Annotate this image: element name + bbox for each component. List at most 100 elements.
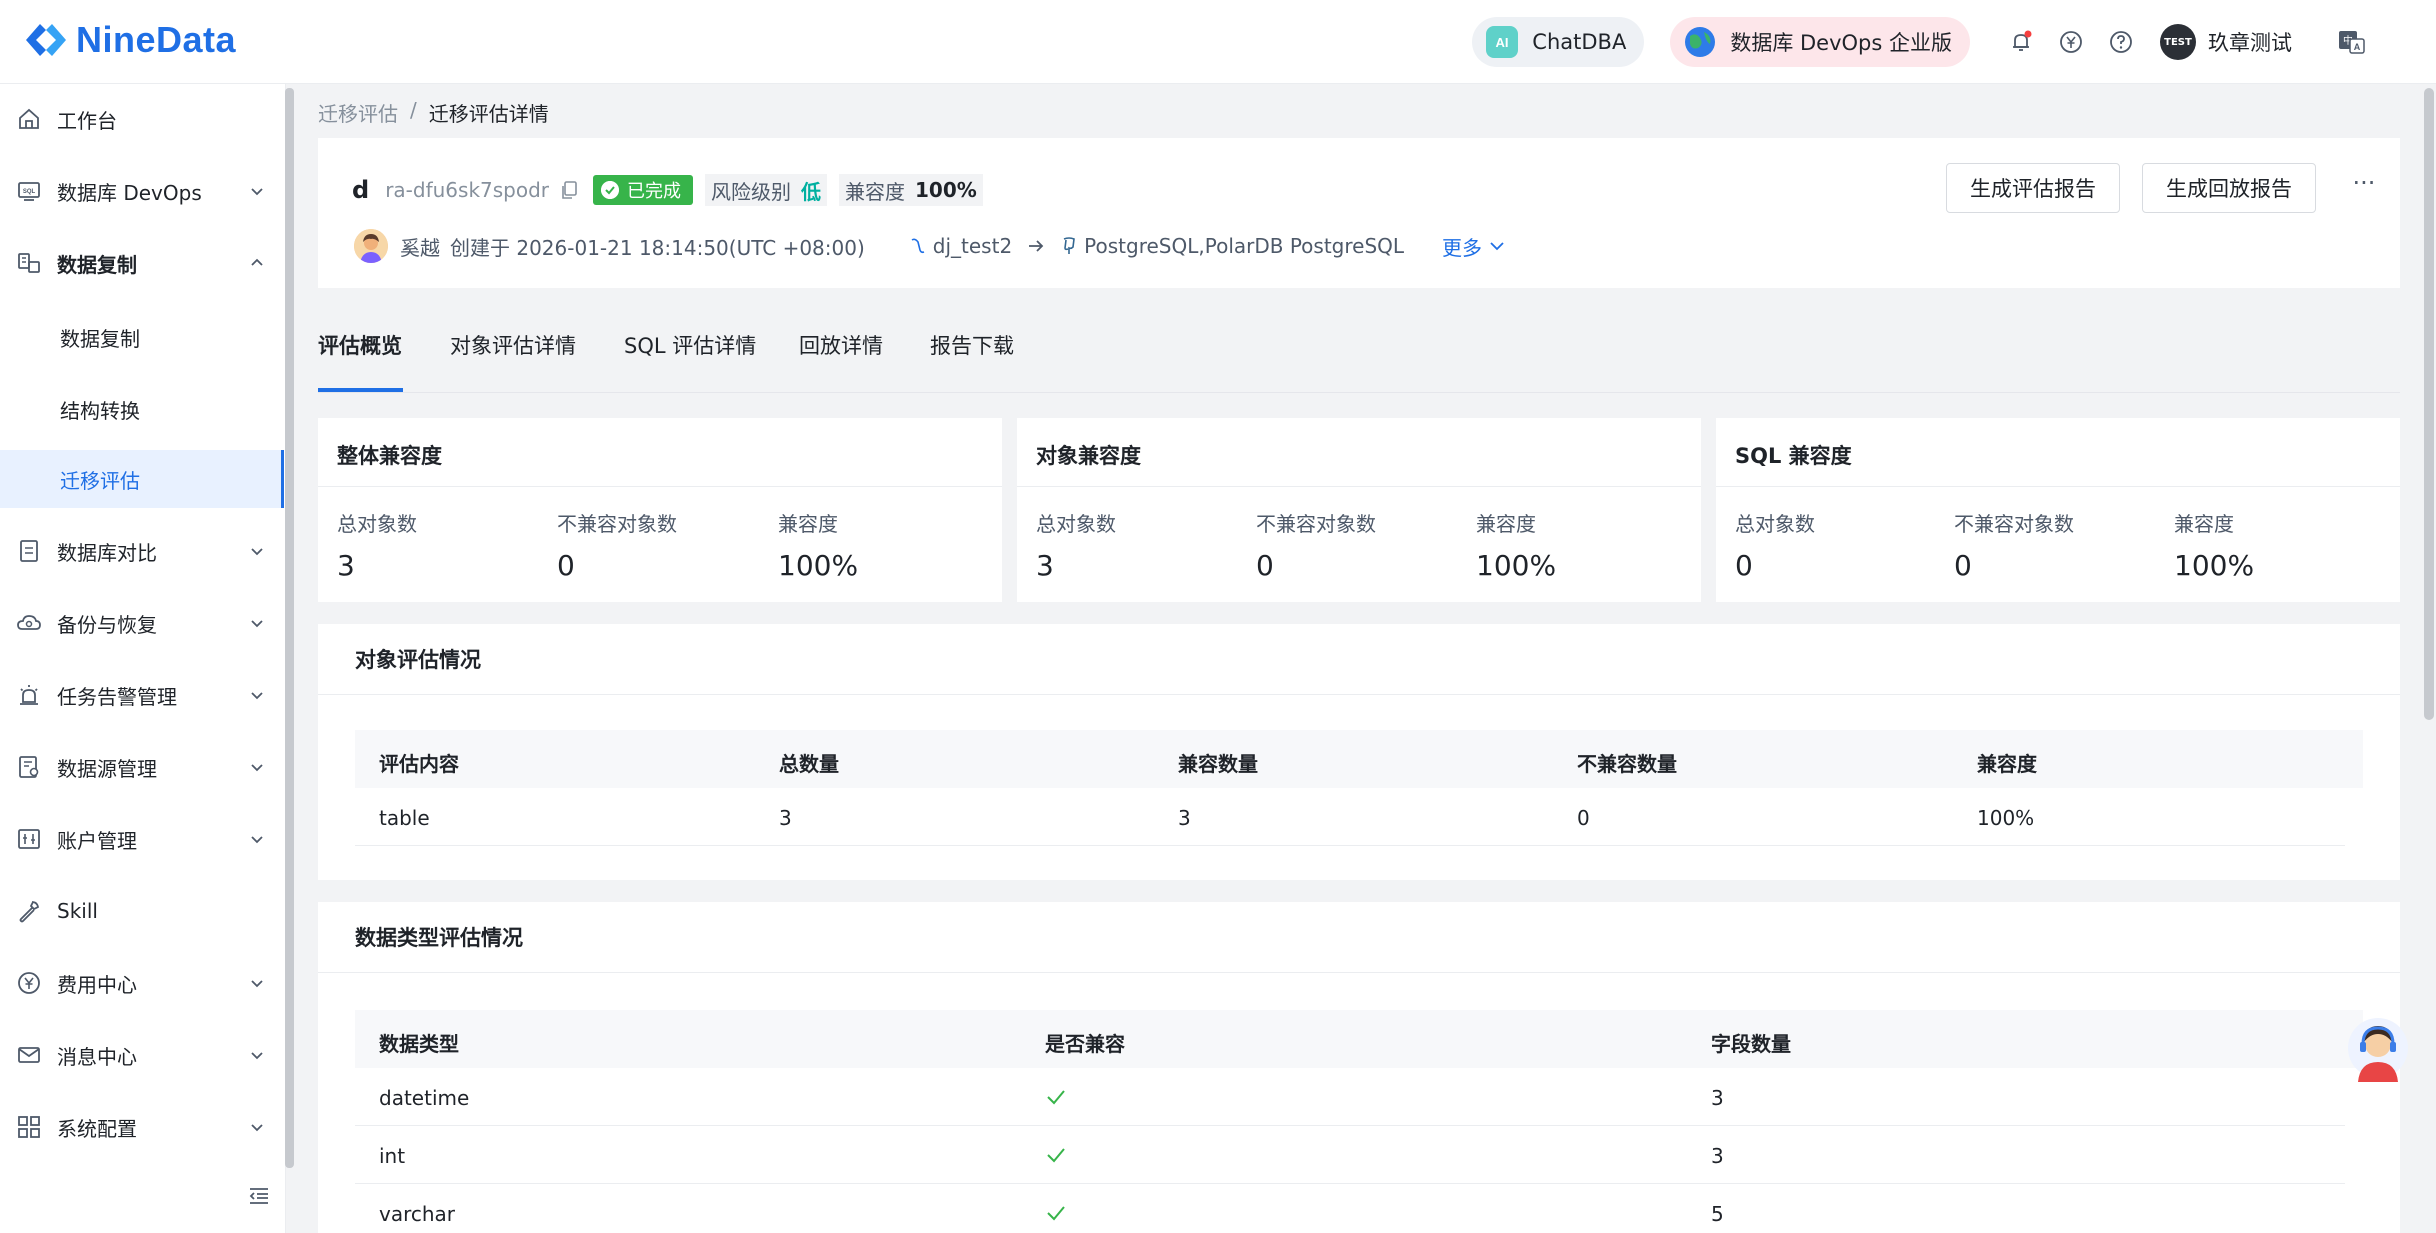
logo[interactable]: NineData (22, 16, 236, 64)
status-text: 已完成 (627, 181, 682, 202)
card-title: 整体兼容度 (337, 444, 442, 468)
sidebar-item-datasource[interactable]: 数据源管理 (0, 738, 284, 796)
stat-value: 0 (1954, 549, 1972, 582)
card-title: SQL 兼容度 (1735, 444, 1852, 468)
sidebar-item-alarm[interactable]: 任务告警管理 (0, 666, 284, 724)
section-title: 对象评估情况 (355, 648, 481, 672)
stat-value: 100% (1476, 549, 1557, 582)
stat-value: 3 (337, 549, 355, 582)
table-row: table 3 3 0 100% (355, 788, 2345, 846)
more-toggle[interactable]: 更多 (1442, 232, 1506, 261)
yen-icon[interactable] (2058, 29, 2084, 55)
tab-report-download[interactable]: 报告下载 (930, 330, 1014, 360)
creator-name: 奚越 (400, 235, 440, 260)
column-header: 评估内容 (379, 752, 459, 776)
table-cell: table (379, 806, 430, 830)
column-header: 总数量 (779, 752, 839, 776)
sidebar-subitem-label: 结构转换 (60, 398, 140, 423)
more-label: 更多 (1442, 235, 1483, 260)
mail-icon (18, 1047, 40, 1063)
card-title: 对象兼容度 (1036, 444, 1141, 468)
generate-report-button[interactable]: 生成评估报告 (1946, 163, 2120, 213)
avatar: TEST (2160, 24, 2196, 60)
task-meta: 奚越 创建于 2026-01-21 18:14:50(UTC +08:00) d… (354, 228, 1506, 264)
sidebar-scrollbar[interactable] (285, 88, 294, 1168)
sidebar-item-label: Skill (57, 899, 98, 923)
collapse-sidebar-icon[interactable] (247, 1184, 271, 1208)
stat-label: 不兼容对象数 (1954, 512, 2074, 536)
sidebar-item-billing[interactable]: 费用中心 (0, 954, 284, 1012)
grid-icon (18, 1116, 40, 1138)
globe-icon (1685, 27, 1716, 57)
chatdba-button[interactable]: AI ChatDBA (1472, 17, 1645, 67)
devops-edition-label: 数据库 DevOps 企业版 (1730, 31, 1952, 55)
tabs-divider (318, 392, 2400, 393)
chevron-down-icon (1490, 242, 1504, 251)
sidebar-item-skill[interactable]: Skill (0, 882, 284, 940)
sidebar-item-messages[interactable]: 消息中心 (0, 1026, 284, 1084)
breadcrumb: 迁移评估 / 迁移评估详情 (318, 98, 549, 127)
tab-sql-details[interactable]: SQL 评估详情 (624, 330, 756, 360)
source-datasource[interactable]: dj_test2 (933, 234, 1012, 258)
section-title: 数据类型评估情况 (355, 926, 523, 950)
breadcrumb-separator: / (410, 98, 417, 122)
sidebar-item-label: 任务告警管理 (57, 684, 177, 709)
user-menu[interactable]: TEST 玖章测试 (2160, 24, 2292, 60)
more-actions-icon[interactable]: ··· (2346, 168, 2382, 198)
table-cell: datetime (379, 1086, 470, 1110)
devops-edition-button[interactable]: 数据库 DevOps 企业版 (1670, 17, 1970, 67)
chevron-down-icon (251, 548, 263, 556)
copy-icon[interactable] (559, 180, 579, 200)
sidebar-item-account[interactable]: 账户管理 (0, 810, 284, 868)
sidebar-subitem-schema-convert[interactable]: 结构转换 (0, 380, 284, 438)
table-cell: 3 (1711, 1086, 1724, 1110)
task-header-card: d ra-dfu6sk7spodr 已完成 风险级别 低 兼容度 100% 奚越… (318, 138, 2400, 288)
sidebar-item-devops[interactable]: SQL 数据库 DevOps (0, 162, 284, 220)
risk-value: 低 (801, 179, 822, 204)
page-scrollbar[interactable] (2424, 88, 2434, 720)
language-switch-icon[interactable]: 中 A (2336, 27, 2366, 57)
sidebar-subitem-migration-assessment[interactable]: 迁移评估 (0, 450, 284, 508)
target-datasource[interactable]: PostgreSQL,PolarDB PostgreSQL (1084, 234, 1404, 258)
sidebar-item-replication[interactable]: 数据复制 (0, 234, 284, 292)
chevron-down-icon (251, 764, 263, 772)
sidebar: 工作台 SQL 数据库 DevOps 数据复制 数据复制 结构转换 迁移评估 数… (0, 84, 286, 1233)
chevron-down-icon (251, 692, 263, 700)
alarm-icon (20, 685, 38, 705)
tab-overview[interactable]: 评估概览 (318, 330, 402, 360)
stat-value: 100% (2174, 549, 2255, 582)
sidebar-item-workbench[interactable]: 工作台 (0, 90, 284, 148)
sidebar-item-backup[interactable]: 备份与恢复 (0, 594, 284, 652)
task-name: d (352, 176, 370, 204)
risk-level-tag: 风险级别 低 (705, 174, 828, 206)
status-badge: 已完成 (593, 175, 694, 205)
table-cell: 5 (1711, 1202, 1724, 1226)
chevron-down-icon (251, 620, 263, 628)
wrench-icon (19, 901, 40, 923)
customer-support-icon[interactable] (2346, 1012, 2410, 1084)
sidebar-item-system[interactable]: 系统配置 (0, 1098, 284, 1156)
chevron-down-icon (251, 1052, 263, 1060)
tab-replay-details[interactable]: 回放详情 (799, 330, 883, 360)
sidebar-item-compare[interactable]: 数据库对比 (0, 522, 284, 580)
ai-icon: AI (1486, 26, 1519, 58)
table-row: varchar 5 (355, 1184, 2345, 1233)
chevron-down-icon (251, 980, 263, 988)
generate-replay-report-button[interactable]: 生成回放报告 (2142, 163, 2316, 213)
column-header: 是否兼容 (1045, 1032, 1125, 1056)
sidebar-item-label: 备份与恢复 (57, 612, 157, 637)
task-id: ra-dfu6sk7spodr (385, 178, 550, 202)
postgresql-icon (1063, 237, 1076, 254)
stat-label: 兼容度 (1476, 512, 1536, 536)
tab-object-details[interactable]: 对象评估详情 (450, 330, 576, 360)
sidebar-subitem-label: 数据复制 (60, 326, 140, 351)
help-icon[interactable] (2108, 29, 2134, 55)
bell-icon[interactable] (2008, 29, 2034, 55)
check-icon (1047, 1090, 1065, 1105)
top-bar: NineData AI ChatDBA 数据库 DevOps 企业版 TEST … (0, 0, 2436, 84)
sidebar-subitem-replication[interactable]: 数据复制 (0, 308, 284, 366)
arrow-right-icon (1029, 240, 1044, 252)
table-cell: 3 (779, 806, 792, 830)
logo-text: NineData (76, 19, 237, 60)
breadcrumb-parent[interactable]: 迁移评估 (318, 98, 398, 127)
